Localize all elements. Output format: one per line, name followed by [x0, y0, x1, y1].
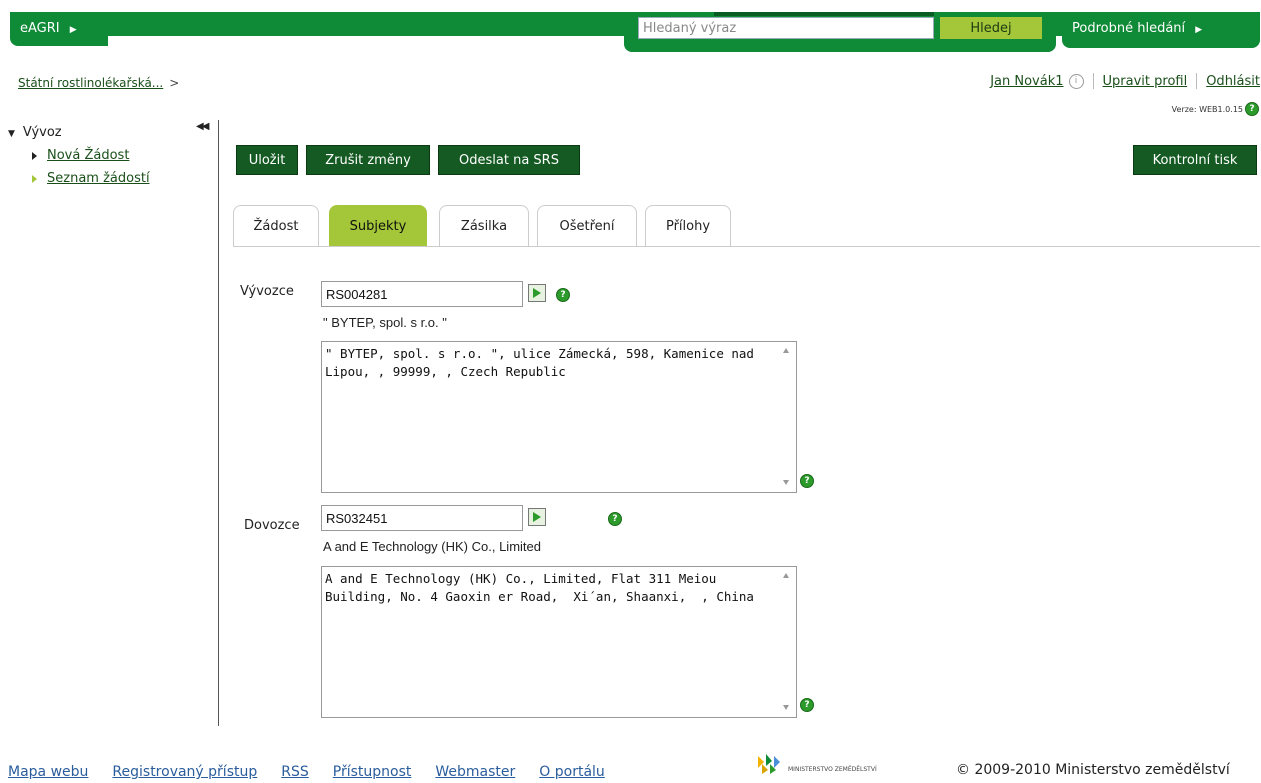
tab-zasilka[interactable]: Zásilka [439, 205, 529, 247]
top-bar: eAGRI ▶ Hledej Podrobné hledání ▶ [10, 12, 1260, 52]
exporter-label: Vývozce [240, 284, 294, 299]
scroll-up-icon[interactable] [783, 573, 789, 578]
search-area: Hledej [624, 12, 1056, 52]
version-info: Verze: WEB1.0.15 ? [1172, 102, 1259, 116]
footer-link-registrovany-pristup[interactable]: Registrovaný přístup [112, 764, 257, 780]
search-input[interactable] [638, 17, 934, 39]
tab-subjekty[interactable]: Subjekty [329, 205, 427, 247]
scroll-up-icon[interactable] [783, 348, 789, 353]
sidebar-item-seznam-zadosti[interactable]: Seznam žádostí [32, 171, 213, 186]
user-name-link[interactable]: Jan Novák1 [990, 74, 1063, 89]
ministry-logo: MINISTERSTVO ZEMĚDĚLSTVÍ [752, 752, 952, 782]
importer-label: Dovozce [244, 518, 300, 533]
importer-address-textarea[interactable]: A and E Technology (HK) Co., Limited, Fl… [321, 566, 797, 718]
control-print-button[interactable]: Kontrolní tisk [1133, 145, 1257, 175]
footer-links: Mapa webu Registrovaný přístup RSS Příst… [8, 764, 605, 780]
breadcrumb: Státní rostlinolékařská... > [18, 76, 179, 90]
importer-name: A and E Technology (HK) Co., Limited [323, 539, 541, 554]
search-button[interactable]: Hledej [940, 17, 1042, 39]
sidebar-item-nova-zadost[interactable]: Nová Žádost [32, 148, 213, 163]
scroll-down-icon[interactable] [783, 705, 789, 710]
save-button[interactable]: Uložit [236, 145, 298, 175]
breadcrumb-separator: > [169, 76, 180, 90]
footer-link-o-portalu[interactable]: O portálu [539, 764, 605, 780]
ministry-logo-icon [758, 754, 780, 774]
select-subject-icon[interactable] [528, 508, 546, 526]
scroll-down-icon[interactable] [783, 480, 789, 485]
sidebar-divider [218, 120, 219, 726]
send-to-srs-button[interactable]: Odeslat na SRS [438, 145, 580, 175]
help-icon[interactable]: ? [800, 698, 814, 712]
cancel-changes-button[interactable]: Zrušit změny [306, 145, 430, 175]
sidebar-group-label: Vývoz [22, 125, 62, 140]
select-subject-icon[interactable] [528, 284, 546, 302]
footer-link-webmaster[interactable]: Webmaster [435, 764, 515, 780]
sidebar: ▼ Vývoz Nová Žádost Seznam žádostí [8, 125, 213, 186]
footer-link-pristupnost[interactable]: Přístupnost [333, 764, 412, 780]
chevron-right-icon: ▶ [69, 25, 77, 35]
bullet-arrow-icon [32, 174, 37, 183]
advanced-search-label: Podrobné hledání [1072, 21, 1186, 36]
exporter-name: " BYTEP, spol. s r.o. " [323, 315, 447, 330]
version-label: Verze: WEB1.0.15 [1171, 104, 1243, 114]
chevron-right-icon: ▶ [1195, 25, 1203, 35]
user-bar: Jan Novák1 i Upravit profil Odhlásit [990, 73, 1260, 89]
logo-text: MINISTERSTVO ZEMĚDĚLSTVÍ [788, 766, 877, 773]
eagri-menu[interactable]: eAGRI ▶ [10, 12, 108, 46]
copyright: © 2009-2010 Ministerstvo zemědělství [956, 762, 1230, 778]
sidebar-item-label[interactable]: Nová Žádost [47, 148, 129, 163]
tab-osetreni[interactable]: Ošetření [537, 205, 637, 247]
help-icon[interactable]: ? [800, 474, 814, 488]
tab-prilohy[interactable]: Přílohy [645, 205, 731, 247]
sidebar-item-label[interactable]: Seznam žádostí [47, 171, 150, 186]
info-icon[interactable]: i [1068, 73, 1084, 89]
bullet-arrow-icon [32, 151, 37, 160]
help-icon[interactable]: ? [556, 288, 570, 302]
breadcrumb-root[interactable]: Státní rostlinolékařská... [18, 76, 163, 90]
brand-label: eAGRI [20, 21, 60, 36]
chevron-down-icon: ▼ [8, 129, 15, 139]
logout-link[interactable]: Odhlásit [1206, 74, 1260, 89]
exporter-code-input[interactable] [321, 281, 523, 307]
sidebar-group-vyvoz[interactable]: ▼ Vývoz [8, 125, 213, 140]
importer-code-input[interactable] [321, 505, 523, 531]
edit-profile-link[interactable]: Upravit profil [1103, 74, 1188, 89]
help-icon[interactable]: ? [1245, 102, 1259, 116]
advanced-search-link[interactable]: Podrobné hledání ▶ [1062, 12, 1260, 48]
exporter-address-textarea[interactable]: " BYTEP, spol. s r.o. ", ulice Zámecká, … [321, 341, 797, 493]
tab-zadost[interactable]: Žádost [233, 205, 319, 247]
footer-link-rss[interactable]: RSS [281, 764, 309, 780]
footer-link-mapa-webu[interactable]: Mapa webu [8, 764, 88, 780]
help-icon[interactable]: ? [608, 512, 622, 526]
